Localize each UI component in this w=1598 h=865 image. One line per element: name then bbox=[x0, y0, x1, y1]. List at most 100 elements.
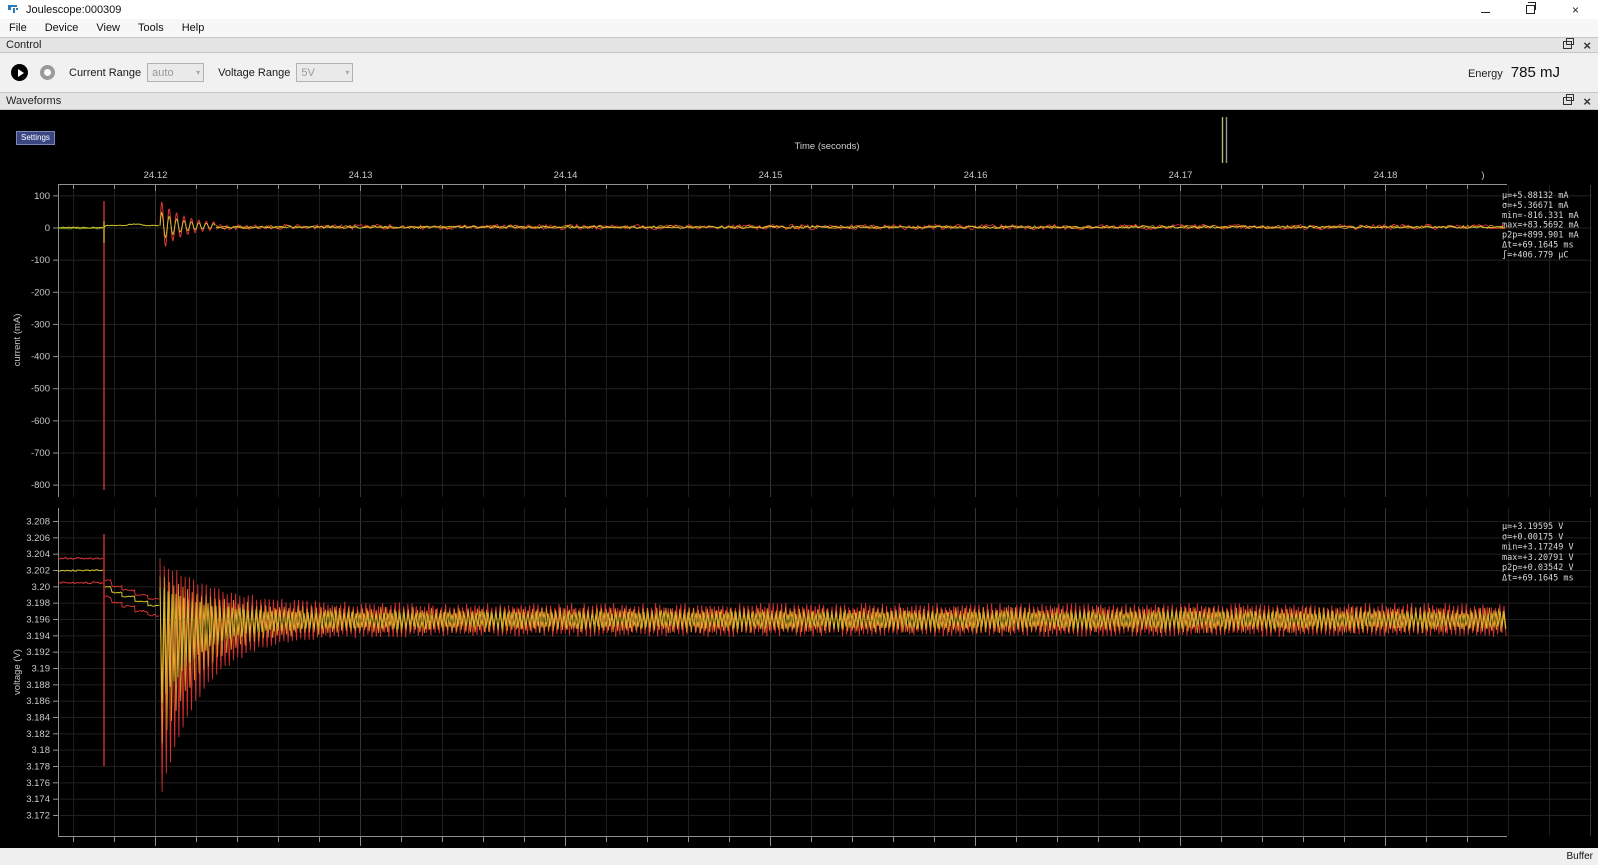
voltage-y-tick-label: 3.18 bbox=[32, 745, 51, 756]
voltage-stats-line: max=+3.20791 V bbox=[1502, 553, 1574, 563]
voltage-axis-title: voltage (V) bbox=[12, 649, 23, 695]
current-range-value: auto bbox=[152, 67, 173, 79]
current-y-tick-label: -100 bbox=[31, 255, 50, 266]
energy-value: 785 mJ bbox=[1511, 64, 1560, 81]
play-icon bbox=[18, 69, 24, 77]
current-stats-line: min=-816.331 mA bbox=[1502, 211, 1579, 221]
voltage-y-tick-label: 3.204 bbox=[26, 549, 50, 560]
control-dock-header: Control × bbox=[0, 37, 1598, 53]
current-y-tick-label: -700 bbox=[31, 448, 50, 459]
voltage-y-tick-label: 3.192 bbox=[26, 647, 50, 658]
chevron-down-icon: ▾ bbox=[196, 68, 200, 77]
current-y-tick-label: -500 bbox=[31, 384, 50, 395]
time-tick-label: 24.16 bbox=[964, 170, 988, 181]
voltage-y-tick-label: 3.184 bbox=[26, 713, 50, 724]
menu-item-view[interactable]: View bbox=[87, 19, 129, 37]
current-range-select[interactable]: auto ▾ bbox=[147, 63, 204, 82]
voltage-y-tick-label: 3.206 bbox=[26, 533, 50, 544]
voltage-y-tick-label: 3.198 bbox=[26, 598, 50, 609]
statusbar: Buffer bbox=[0, 848, 1598, 865]
window-controls: × bbox=[1463, 0, 1598, 19]
current-stats-line: ∫=+406.779 μC bbox=[1502, 249, 1569, 260]
current-y-tick-label: 100 bbox=[34, 191, 50, 202]
menu-item-help[interactable]: Help bbox=[173, 19, 214, 37]
dock-close-icon[interactable]: × bbox=[1583, 39, 1591, 52]
energy-readout: Energy 785 mJ bbox=[1468, 64, 1560, 81]
voltage-y-tick-label: 3.182 bbox=[26, 729, 50, 740]
voltage-pre-max bbox=[58, 557, 103, 559]
voltage-stats-line: σ=+0.00175 V bbox=[1502, 532, 1563, 542]
menu-item-file[interactable]: File bbox=[0, 19, 36, 37]
time-axis-title: Time (seconds) bbox=[794, 141, 859, 152]
voltage-y-tick-label: 3.19 bbox=[32, 664, 51, 675]
control-panel: Current Range auto ▾ Voltage Range 5V ▾ … bbox=[0, 53, 1598, 92]
current-y-tick-label: -800 bbox=[31, 480, 50, 491]
energy-label: Energy bbox=[1468, 68, 1503, 80]
play-button[interactable] bbox=[11, 64, 28, 81]
current-trace-pre-mean bbox=[58, 227, 103, 228]
current-axis-title: current (mA) bbox=[12, 314, 23, 367]
time-tick-label: 24.17 bbox=[1169, 170, 1193, 181]
time-tick-label-partial: ) bbox=[1481, 170, 1484, 181]
waveform-plot-area[interactable]: 1000-100-200-300-400-500-600-700-8003.20… bbox=[0, 110, 1598, 848]
current-y-tick-label: -400 bbox=[31, 352, 50, 363]
chevron-down-icon: ▾ bbox=[345, 68, 349, 77]
menu-item-tools[interactable]: Tools bbox=[129, 19, 173, 37]
current-stats-line: max=+83.5692 mA bbox=[1502, 221, 1579, 231]
voltage-range-select[interactable]: 5V ▾ bbox=[296, 63, 353, 82]
voltage-stats-line: p2p=+0.03542 V bbox=[1502, 563, 1574, 573]
voltage-y-tick-label: 3.178 bbox=[26, 762, 50, 773]
record-button[interactable] bbox=[40, 65, 55, 80]
current-stats-line: Δt=+69.1645 ms bbox=[1502, 241, 1574, 251]
current-stats-line: μ=+5.88132 mA bbox=[1502, 191, 1569, 201]
titlebar: Joulescope:000309 × bbox=[0, 0, 1598, 19]
time-tick-label: 24.14 bbox=[554, 170, 578, 181]
voltage-step-max bbox=[105, 580, 159, 600]
time-tick-label: 24.15 bbox=[759, 170, 783, 181]
dock-float-icon[interactable] bbox=[1563, 97, 1572, 105]
voltage-y-tick-label: 3.188 bbox=[26, 680, 50, 691]
voltage-range-label: Voltage Range bbox=[218, 67, 290, 79]
voltage-range-value: 5V bbox=[301, 67, 314, 79]
time-tick-label: 24.18 bbox=[1374, 170, 1398, 181]
time-tick-label: 24.12 bbox=[144, 170, 168, 181]
current-stats-line: p2p=+899.901 mA bbox=[1502, 231, 1579, 241]
close-icon: × bbox=[1572, 3, 1579, 17]
waveforms-dock-title: Waveforms bbox=[6, 95, 61, 107]
voltage-y-tick-label: 3.176 bbox=[26, 778, 50, 789]
current-y-tick-label: -200 bbox=[31, 287, 50, 298]
current-y-tick-label: -600 bbox=[31, 416, 50, 427]
voltage-y-tick-label: 3.208 bbox=[26, 517, 50, 528]
time-tick-label: 24.13 bbox=[349, 170, 373, 181]
buffer-status-label: Buffer bbox=[1567, 851, 1594, 862]
settings-button[interactable]: Settings bbox=[16, 131, 55, 145]
voltage-y-tick-label: 3.202 bbox=[26, 566, 50, 577]
waveform-area: 1000-100-200-300-400-500-600-700-8003.20… bbox=[0, 110, 1598, 848]
current-y-tick-label: 0 bbox=[45, 223, 50, 234]
menu-item-device[interactable]: Device bbox=[36, 19, 88, 37]
dock-close-icon[interactable]: × bbox=[1583, 95, 1591, 108]
voltage-stats-line: μ=+3.19595 V bbox=[1502, 522, 1563, 532]
voltage-y-tick-label: 3.186 bbox=[26, 696, 50, 707]
window-title: Joulescope:000309 bbox=[26, 4, 121, 16]
restore-button[interactable] bbox=[1508, 0, 1553, 19]
voltage-stats-line: min=+3.17249 V bbox=[1502, 543, 1574, 553]
current-range-label: Current Range bbox=[69, 67, 141, 79]
voltage-band-envelope bbox=[160, 558, 1506, 792]
voltage-pre-min bbox=[58, 582, 103, 584]
restore-icon bbox=[1526, 5, 1535, 14]
voltage-y-tick-label: 3.174 bbox=[26, 794, 50, 805]
dock-float-icon[interactable] bbox=[1563, 41, 1572, 49]
voltage-y-tick-label: 3.20 bbox=[32, 582, 51, 593]
control-dock-title: Control bbox=[6, 39, 41, 51]
menubar: FileDeviceViewToolsHelp bbox=[0, 19, 1598, 37]
minimize-button[interactable] bbox=[1463, 0, 1508, 19]
close-button[interactable]: × bbox=[1553, 0, 1598, 19]
voltage-y-tick-label: 3.196 bbox=[26, 615, 50, 626]
minimize-icon bbox=[1481, 12, 1490, 13]
voltage-y-tick-label: 3.172 bbox=[26, 811, 50, 822]
current-trace-step bbox=[105, 224, 159, 227]
app-icon bbox=[7, 3, 20, 16]
waveforms-dock-header: Waveforms × bbox=[0, 92, 1598, 110]
voltage-stats-line: Δt=+69.1645 ms bbox=[1502, 574, 1574, 584]
